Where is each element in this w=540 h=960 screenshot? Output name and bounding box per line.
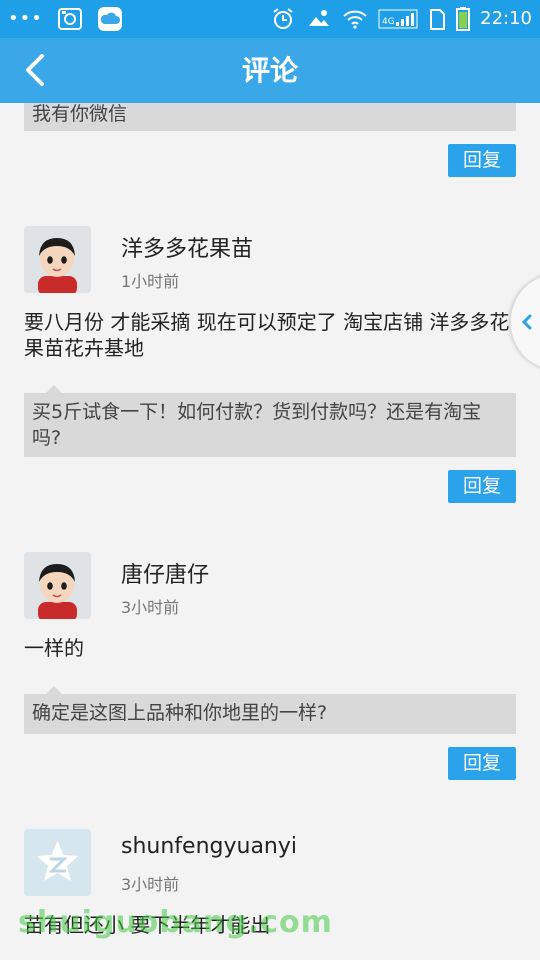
chevron-left-icon <box>521 314 532 330</box>
wifi-icon <box>343 10 367 29</box>
avatar[interactable] <box>24 552 91 619</box>
watermark: shuiguobang.com <box>18 905 333 940</box>
default-avatar-icon <box>24 829 91 896</box>
comment-username: 洋多多花果苗 <box>121 237 254 262</box>
comment-time: 1小时前 <box>121 272 180 291</box>
weather-icon <box>309 10 330 26</box>
battery-icon <box>456 7 471 31</box>
cartoon-boy-avatar-icon <box>24 552 91 619</box>
cloud-app-icon <box>97 7 122 31</box>
cartoon-boy-avatar-icon <box>24 226 91 293</box>
reply-quote: 确定是这图上品种和你地里的一样? <box>24 686 516 734</box>
sim-icon <box>430 9 446 30</box>
alarm-icon <box>273 8 293 29</box>
svg-text:4G: 4G <box>382 17 395 27</box>
comment-time: 3小时前 <box>121 598 180 617</box>
comment-username: shunfengyuanyi <box>121 834 297 859</box>
screenshot-icon <box>57 8 82 30</box>
reply-button[interactable]: 回复 <box>448 747 516 780</box>
reply-text: 买5斤试食一下！如何付款？货到付款吗？还是有淘宝吗? <box>32 401 482 449</box>
page-title: 评论 <box>241 54 298 87</box>
comment-time: 3小时前 <box>121 875 180 894</box>
reply-quote: 买5斤试食一下！如何付款？货到付款吗？还是有淘宝吗? <box>24 385 516 457</box>
reply-quote: 我有你微信 <box>24 103 516 131</box>
app-header: 评论 <box>0 38 540 103</box>
comment-username: 唐仔唐仔 <box>121 563 210 588</box>
status-bar: ••• 4G 22:10 <box>0 0 540 38</box>
comment-text: 一样的 <box>24 636 84 660</box>
reply-text: 我有你微信 <box>32 103 128 125</box>
signal-4g-icon: 4G <box>378 9 418 29</box>
comment-list[interactable]: 我有你微信 回复 洋多多花果苗 1小时前 要八月份 才能采摘 现在可以预定了 淘… <box>0 103 540 960</box>
notification-dots: ••• <box>8 8 43 29</box>
reply-button[interactable]: 回复 <box>448 470 516 503</box>
reply-text: 确定是这图上品种和你地里的一样? <box>32 702 328 724</box>
avatar[interactable] <box>24 829 91 896</box>
comment-text: 要八月份 才能采摘 现在可以预定了 淘宝店铺 洋多多花果苗花卉基地 <box>24 310 510 360</box>
clock: 22:10 <box>480 8 532 29</box>
avatar[interactable] <box>24 226 91 293</box>
reply-button[interactable]: 回复 <box>448 144 516 177</box>
